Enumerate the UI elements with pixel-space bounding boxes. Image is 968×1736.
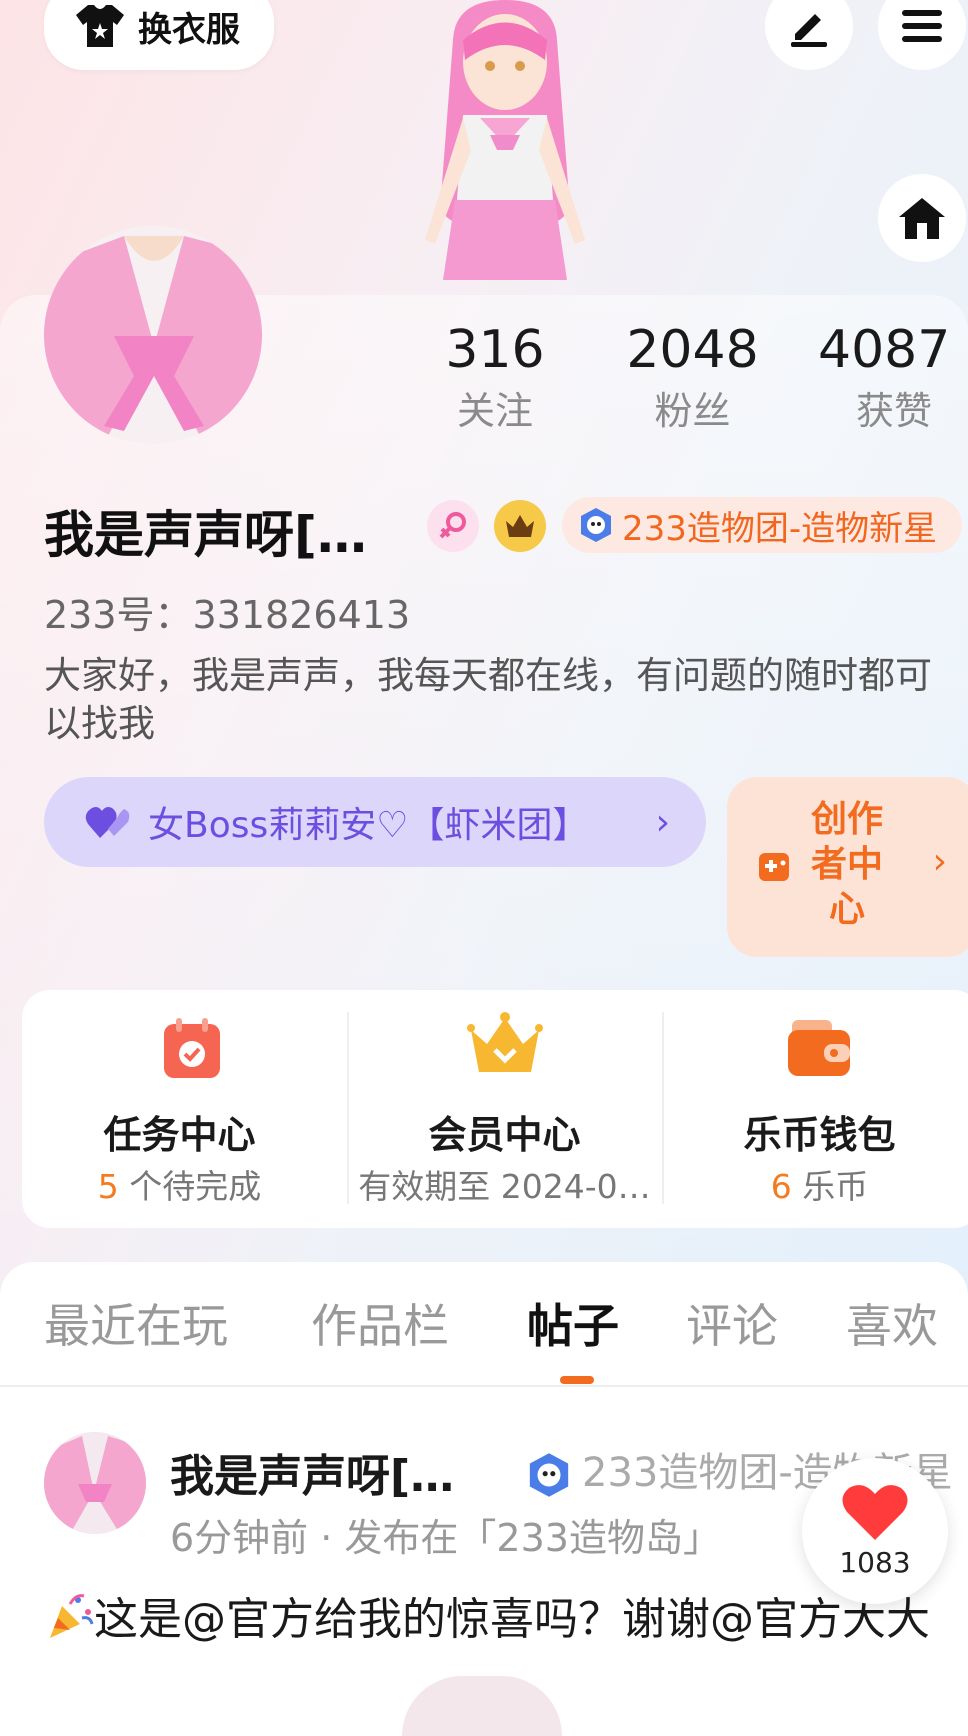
followers-count: 2048 <box>626 320 759 380</box>
likes-count: 4087 <box>818 320 951 380</box>
double-heart-icon <box>85 807 130 838</box>
followers-label: 粉丝 <box>654 389 731 433</box>
calendar-check-icon <box>164 1018 220 1078</box>
vip-crown-badge <box>494 500 546 552</box>
tab-posts[interactable]: 帖子 <box>527 1290 619 1356</box>
party-popper-icon <box>44 1592 94 1642</box>
pending-label: 个待完成 <box>118 1167 262 1206</box>
member-center-subtitle: 有效期至 2024-0… <box>358 1167 651 1206</box>
task-center-title: 任务中心 <box>103 1113 256 1157</box>
chevron-right-icon: › <box>655 801 670 843</box>
coin-unit: 乐币 <box>791 1167 869 1206</box>
member-center-item[interactable]: 会员中心 有效期至 2024-0… <box>347 990 662 1228</box>
maker-team-icon <box>526 1452 572 1498</box>
tab-likes[interactable]: 喜欢 <box>846 1290 938 1356</box>
post-author-name[interactable]: 我是声声呀[… <box>170 1440 454 1504</box>
card-divider <box>347 1012 349 1204</box>
following-label: 关注 <box>456 389 533 433</box>
shirt-icon <box>74 3 126 49</box>
title-badge-label: 233造物团-造物新星 <box>622 508 938 549</box>
service-card: 任务中心 5 个待完成 会员中心 有效期至 2024-0… 乐币钱包 6 乐币 <box>22 990 968 1228</box>
card-divider <box>662 1012 664 1204</box>
coin-wallet-title: 乐币钱包 <box>743 1113 896 1157</box>
task-center-subtitle: 5 个待完成 <box>22 1160 337 1208</box>
active-tab-indicator <box>560 1376 594 1384</box>
post-author-avatar[interactable] <box>44 1432 146 1534</box>
family-label: 女Boss莉莉安♡【虾米团】 <box>148 805 589 846</box>
crown-icon <box>467 1012 543 1072</box>
heart-icon <box>842 1485 908 1540</box>
post-meta: 6分钟前 · 发布在「233造物岛」 <box>170 1516 721 1560</box>
change-clothes-label: 换衣服 <box>138 9 240 50</box>
member-center-title: 会员中心 <box>428 1113 581 1157</box>
tab-comments[interactable]: 评论 <box>686 1290 778 1356</box>
maker-team-icon <box>578 507 614 543</box>
tab-recently-played[interactable]: 最近在玩 <box>44 1290 228 1356</box>
like-button[interactable]: 1083 <box>802 1458 948 1604</box>
title-badge[interactable]: 233造物团-造物新星 <box>562 497 962 553</box>
coin-wallet-item[interactable]: 乐币钱包 6 乐币 <box>662 990 968 1228</box>
chevron-right-icon: › <box>932 841 947 882</box>
tab-works[interactable]: 作品栏 <box>311 1290 449 1356</box>
creator-center-label: 创作者中心 <box>810 799 883 930</box>
stat-followers[interactable]: 2048 粉丝 <box>610 320 775 436</box>
crown-icon <box>506 515 534 537</box>
profile-bio: 大家好，我是声声，我每天都在线，有问题的随时都可以找我 <box>44 654 932 745</box>
post-content[interactable]: 这是@官方给我的惊喜吗？谢谢@官方大大 <box>44 1590 944 1650</box>
like-count: 1083 <box>839 1546 911 1579</box>
gender-female-badge <box>427 500 479 552</box>
post-text: 这是@官方给我的惊喜吗？谢谢@官方大大 <box>94 1594 930 1645</box>
coin-count: 6 <box>770 1167 792 1206</box>
gamepad-icon <box>759 853 789 881</box>
home-button[interactable] <box>878 174 966 262</box>
avatar[interactable] <box>44 226 262 444</box>
coin-wallet-subtitle: 6 乐币 <box>662 1160 968 1208</box>
task-center-item[interactable]: 任务中心 5 个待完成 <box>22 990 337 1228</box>
pending-count: 5 <box>97 1167 119 1206</box>
creator-center-button[interactable]: 创作者中心 › <box>727 777 968 957</box>
character-3d-model[interactable] <box>395 0 615 296</box>
profile-name: 我是声声呀[… <box>44 506 367 564</box>
user-id[interactable]: 233号：331826413 <box>44 584 410 639</box>
tab-divider <box>0 1385 968 1387</box>
pencil-icon <box>791 14 827 47</box>
stat-following[interactable]: 316 关注 <box>420 320 570 436</box>
wallet-icon <box>788 1020 850 1076</box>
female-icon <box>439 512 466 539</box>
change-clothes-button[interactable]: 换衣服 <box>44 0 274 70</box>
likes-label: 获赞 <box>856 389 933 433</box>
following-count: 316 <box>445 320 545 380</box>
menu-icon <box>902 10 942 42</box>
stat-likes[interactable]: 4087 获赞 <box>818 320 968 436</box>
home-icon <box>899 198 945 239</box>
family-button[interactable]: 女Boss莉莉安♡【虾米团】 › <box>44 777 706 867</box>
